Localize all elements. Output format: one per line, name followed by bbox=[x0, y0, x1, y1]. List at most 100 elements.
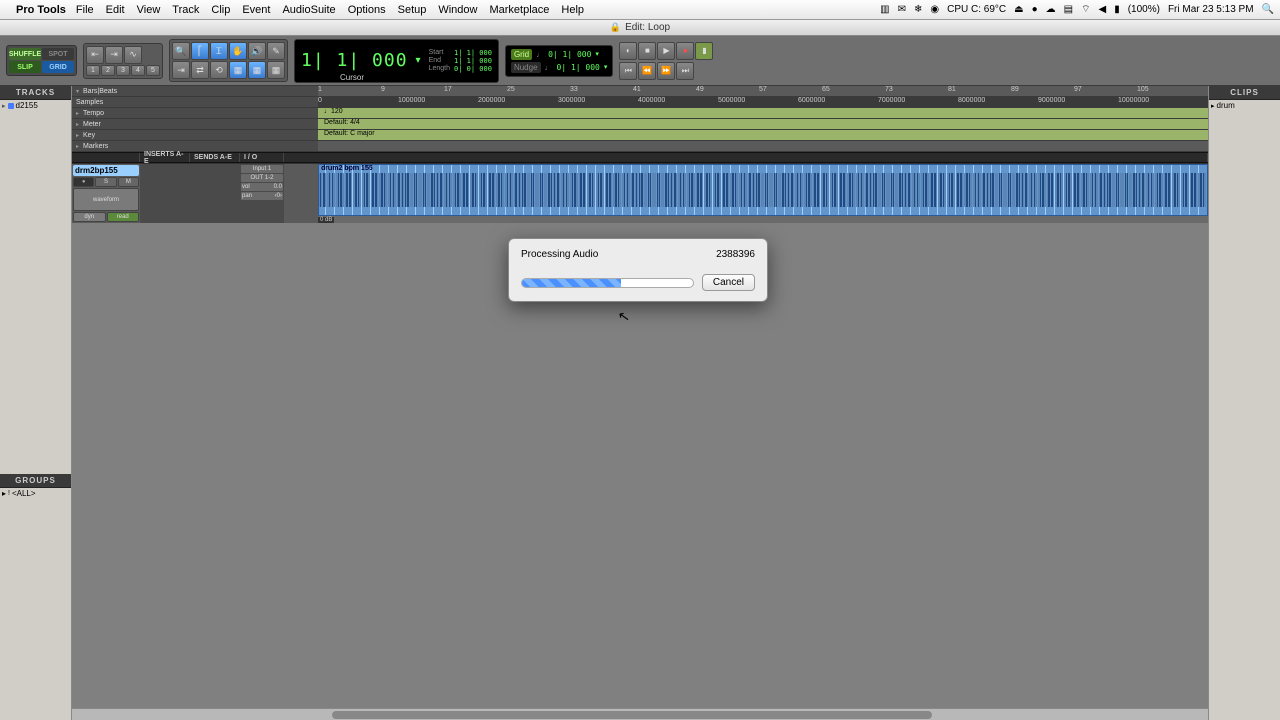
nudge-value[interactable]: 0| 1| 000 bbox=[557, 63, 600, 72]
status-icon[interactable]: ▤ bbox=[1064, 4, 1073, 15]
menu-view[interactable]: View bbox=[137, 4, 161, 16]
group-list-item[interactable]: ▸ ! <ALL> bbox=[0, 488, 71, 499]
disclosure-icon[interactable]: ▸ bbox=[76, 121, 79, 128]
menu-clip[interactable]: Clip bbox=[211, 4, 230, 16]
nudge-dropdown-icon[interactable]: ▾ bbox=[604, 63, 608, 71]
menu-marketplace[interactable]: Marketplace bbox=[489, 4, 549, 16]
mode-spot[interactable]: SPOT bbox=[42, 48, 74, 60]
menu-event[interactable]: Event bbox=[242, 4, 270, 16]
menu-options[interactable]: Options bbox=[348, 4, 386, 16]
gte-button[interactable]: ⏭ bbox=[676, 62, 694, 80]
inserts-column[interactable] bbox=[140, 164, 190, 223]
insertion-follows-icon[interactable]: ▦ bbox=[229, 61, 247, 79]
disclosure-icon[interactable]: ▾ bbox=[76, 88, 79, 95]
status-icon[interactable]: ☁ bbox=[1046, 4, 1056, 15]
track-list-item[interactable]: ▸ d2155 bbox=[0, 100, 71, 111]
track-name[interactable]: drm2bp155 bbox=[73, 165, 139, 176]
sends-column[interactable] bbox=[190, 164, 240, 223]
app-name[interactable]: Pro Tools bbox=[16, 4, 66, 16]
menu-file[interactable]: File bbox=[76, 4, 94, 16]
tempo-value[interactable]: ♩120 bbox=[318, 108, 343, 115]
vol-value[interactable]: 0.0 bbox=[274, 184, 282, 190]
disclosure-icon[interactable]: ▸ bbox=[76, 110, 79, 117]
grid-value[interactable]: 0| 1| 000 bbox=[548, 50, 591, 59]
input-selector[interactable]: Input 1 bbox=[241, 165, 283, 173]
tab-to-transient-icon[interactable]: ⇥ bbox=[172, 61, 190, 79]
disclosure-icon[interactable]: ▸ bbox=[2, 102, 6, 110]
scrollbar-thumb[interactable] bbox=[332, 711, 932, 719]
mode-grid[interactable]: GRID bbox=[42, 61, 74, 73]
status-icon[interactable]: ▥ bbox=[880, 4, 889, 15]
rewind-button[interactable]: ⏪ bbox=[638, 62, 656, 80]
start-value[interactable]: 1| 1| 000 bbox=[454, 49, 492, 57]
mute-button[interactable]: M bbox=[118, 177, 139, 187]
record-button[interactable]: ● bbox=[676, 42, 694, 60]
rtz-button[interactable]: ⏮ bbox=[619, 62, 637, 80]
menu-audiosuite[interactable]: AudioSuite bbox=[282, 4, 335, 16]
solo-button[interactable]: S bbox=[95, 177, 116, 187]
track-view-selector[interactable]: waveform bbox=[73, 188, 139, 211]
elastic-audio-button[interactable]: dyn bbox=[73, 212, 106, 222]
menu-track[interactable]: Track bbox=[172, 4, 199, 16]
menu-edit[interactable]: Edit bbox=[106, 4, 125, 16]
scrubber-tool-icon[interactable]: 🔊 bbox=[248, 42, 266, 60]
audio-clip[interactable]: drum2 bpm 155 bbox=[318, 164, 1208, 216]
battery-icon[interactable]: ▮ bbox=[1114, 4, 1120, 15]
zoom-preset-4[interactable]: 4 bbox=[131, 65, 145, 76]
counter-dropdown-icon[interactable]: ▾ bbox=[416, 55, 421, 66]
status-icon[interactable]: ❄ bbox=[914, 4, 922, 15]
menu-help[interactable]: Help bbox=[561, 4, 584, 16]
zoom-in-h-icon[interactable]: ⇥ bbox=[105, 46, 123, 64]
horizontal-scrollbar[interactable] bbox=[72, 708, 1208, 720]
spotlight-icon[interactable]: 🔍 bbox=[1262, 4, 1274, 15]
clip-list-item[interactable]: ▸ drum bbox=[1211, 101, 1278, 110]
clock[interactable]: Fri Mar 23 5:13 PM bbox=[1168, 4, 1254, 15]
online-icon[interactable]: ◐ bbox=[619, 42, 637, 60]
forward-button[interactable]: ⏩ bbox=[657, 62, 675, 80]
mode-slip[interactable]: SLIP bbox=[9, 61, 41, 73]
disclosure-icon[interactable]: ▸ bbox=[76, 132, 79, 139]
counter-value[interactable]: 1| 1| 000 bbox=[301, 50, 408, 71]
zoom-preset-2[interactable]: 2 bbox=[101, 65, 115, 76]
status-icon[interactable]: ✉ bbox=[898, 4, 906, 15]
grid-dropdown-icon[interactable]: ▾ bbox=[595, 50, 599, 58]
length-value[interactable]: 0| 0| 000 bbox=[454, 65, 492, 73]
mode-shuffle[interactable]: SHUFFLE bbox=[9, 48, 41, 60]
disclosure-icon[interactable]: ▸ bbox=[1211, 102, 1215, 110]
zoom-preset-5[interactable]: 5 bbox=[146, 65, 160, 76]
pan-value[interactable]: ‹0› bbox=[275, 193, 282, 199]
menu-window[interactable]: Window bbox=[438, 4, 477, 16]
volume-icon[interactable]: ◀ bbox=[1098, 4, 1106, 15]
zoom-out-h-icon[interactable]: ⇤ bbox=[86, 46, 104, 64]
link-timeline-icon[interactable]: ⇄ bbox=[191, 61, 209, 79]
status-icon[interactable]: ● bbox=[1032, 4, 1038, 15]
output-selector[interactable]: OUT 1-2 bbox=[241, 174, 283, 182]
automation-follows-icon[interactable]: ▦ bbox=[267, 61, 285, 79]
zoom-preset-3[interactable]: 3 bbox=[116, 65, 130, 76]
zoom-preset-1[interactable]: 1 bbox=[86, 65, 100, 76]
trim-tool-icon[interactable]: ⎡ bbox=[191, 42, 209, 60]
automation-mode-button[interactable]: read bbox=[107, 212, 140, 222]
menu-setup[interactable]: Setup bbox=[398, 4, 427, 16]
grabber-tool-icon[interactable]: ✋ bbox=[229, 42, 247, 60]
link-edit-icon[interactable]: ⟲ bbox=[210, 61, 228, 79]
disclosure-icon[interactable]: ▸ bbox=[76, 143, 79, 150]
zoom-wave-icon[interactable]: ∿ bbox=[124, 46, 142, 64]
status-icon[interactable]: ⏏ bbox=[1014, 4, 1023, 15]
pencil-tool-icon[interactable]: ✎ bbox=[267, 42, 285, 60]
mirrored-midi-icon[interactable]: ▦ bbox=[248, 61, 266, 79]
meter-value[interactable]: Default: 4/4 bbox=[318, 119, 360, 126]
stop-button[interactable]: ■ bbox=[638, 42, 656, 60]
record-enable-button[interactable]: ● bbox=[73, 177, 94, 187]
play-button[interactable]: ▶ bbox=[657, 42, 675, 60]
selector-tool-icon[interactable]: Ꮖ bbox=[210, 42, 228, 60]
metronome-icon[interactable]: ▮ bbox=[695, 42, 713, 60]
key-value[interactable]: Default: C major bbox=[318, 130, 375, 137]
cancel-button[interactable]: Cancel bbox=[702, 274, 755, 291]
status-icon[interactable]: ◉ bbox=[930, 4, 939, 15]
end-value[interactable]: 1| 1| 000 bbox=[454, 57, 492, 65]
clip-canvas[interactable]: drum2 bpm 155 0 dB bbox=[318, 164, 1208, 223]
zoomer-tool-icon[interactable]: 🔍 bbox=[172, 42, 190, 60]
wifi-icon[interactable]: ⌔ bbox=[1081, 3, 1090, 16]
disclosure-icon[interactable]: ▸ bbox=[2, 489, 6, 498]
